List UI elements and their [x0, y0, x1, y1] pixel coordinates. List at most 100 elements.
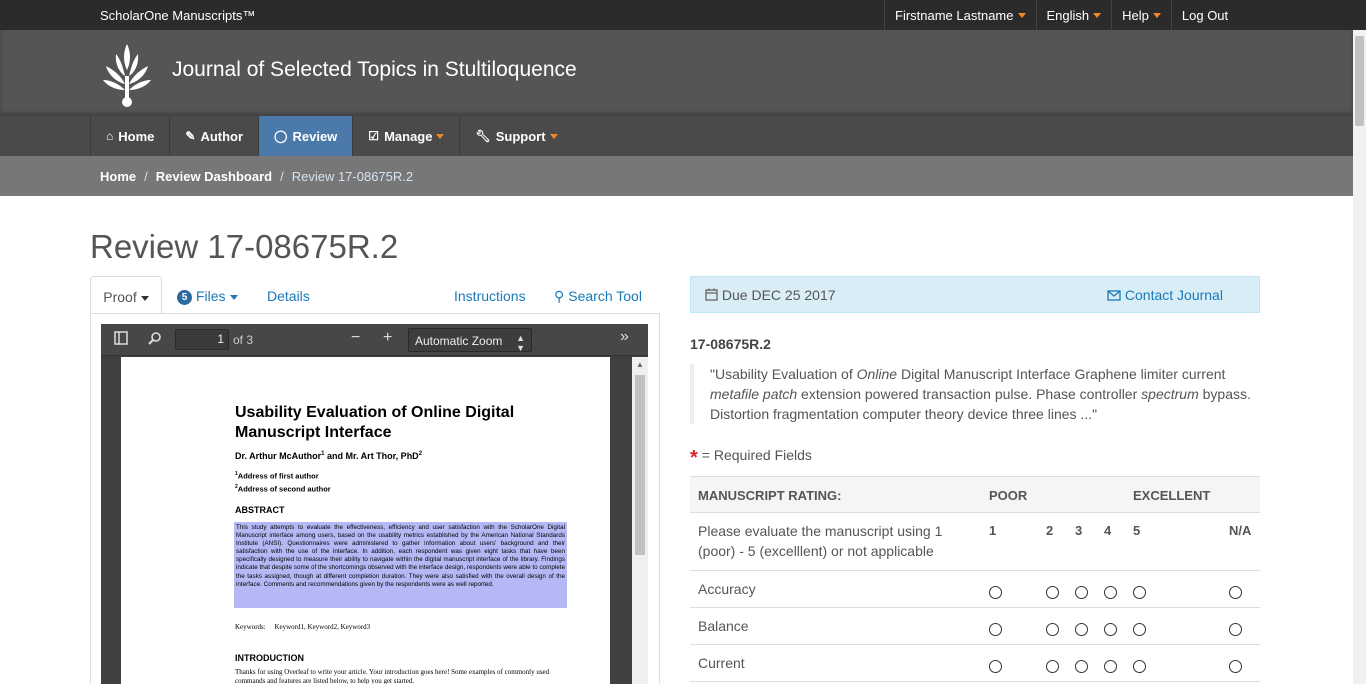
user-dropdown[interactable]: Firstname Lastname: [884, 0, 1036, 30]
scale-na: N/A: [1229, 523, 1252, 538]
breadcrumb-dashboard[interactable]: Review Dashboard: [156, 169, 272, 184]
criterion-label: Current: [698, 655, 745, 671]
radio-accuracy-1[interactable]: [989, 586, 1002, 599]
radio-current-1[interactable]: [989, 660, 1002, 673]
radio-accuracy-4[interactable]: [1104, 586, 1117, 599]
radio-current-4[interactable]: [1104, 660, 1117, 673]
journal-title[interactable]: Journal of Selected Topics in Stultiloqu…: [172, 58, 577, 82]
breadcrumb-home[interactable]: Home: [100, 169, 136, 184]
scroll-up-icon[interactable]: ▲: [636, 360, 644, 369]
contact-journal-link[interactable]: Contact Journal: [1107, 287, 1223, 303]
tools-chevron-icon[interactable]: »: [620, 328, 629, 346]
radio-current-5[interactable]: [1133, 660, 1146, 673]
radio-accuracy-3[interactable]: [1075, 586, 1088, 599]
radio-accuracy-2[interactable]: [1046, 586, 1059, 599]
abstract-text: This study attempts to evaluate the effe…: [234, 522, 567, 608]
nav-author[interactable]: ✎ Author: [169, 116, 258, 156]
page-scrollbar-thumb[interactable]: [1355, 36, 1364, 126]
instructions-label: Instructions: [454, 288, 526, 304]
breadcrumb-current: Review 17-08675R.2: [291, 169, 414, 184]
language-dropdown[interactable]: English: [1035, 0, 1112, 30]
radio-accuracy-5[interactable]: [1133, 586, 1146, 599]
manuscript-abstract-quote: "Usability Evaluation of Online Digital …: [690, 364, 1265, 424]
caret-down-icon: [229, 294, 238, 300]
sidebar-toggle-icon[interactable]: [114, 331, 128, 348]
search-icon: ⚲: [554, 288, 565, 304]
nav-support-label: Support: [495, 128, 546, 144]
tab-files-label: Files: [196, 288, 226, 304]
paper-addresses: 1Address of first author 2Address of sec…: [235, 471, 331, 493]
rating-header-label: MANUSCRIPT RATING:: [698, 488, 842, 503]
breadcrumb-separator: /: [144, 169, 148, 184]
radio-accuracy-na[interactable]: [1229, 586, 1242, 599]
nav-review[interactable]: ◯ Review: [258, 116, 353, 156]
page-title: Review 17-08675R.2: [90, 228, 399, 265]
radio-balance-na[interactable]: [1229, 623, 1242, 636]
rating-instruction-row: Please evaluate the manuscript using 1 (…: [690, 513, 1260, 571]
pdf-scrollbar[interactable]: ▲: [632, 357, 648, 684]
abstract-heading: ABSTRACT: [235, 505, 285, 515]
scale-2: 2: [1046, 523, 1054, 538]
rating-row-balance: Balance: [690, 608, 1260, 645]
scale-5: 5: [1133, 523, 1141, 538]
paper-title: Usability Evaluation of Online Digital M…: [235, 404, 515, 441]
nav-home[interactable]: ⌂ Home: [90, 116, 169, 156]
radio-current-na[interactable]: [1229, 660, 1242, 673]
due-date-bar: Due DEC 25 2017 Contact Journal: [690, 276, 1260, 313]
manuscript-rating-table: MANUSCRIPT RATING: POOR EXCELLENT Please…: [690, 476, 1260, 682]
files-count-badge: 5: [177, 290, 192, 305]
journal-logo-icon[interactable]: [101, 40, 153, 110]
rating-row-accuracy: Accuracy: [690, 571, 1260, 608]
radio-balance-5[interactable]: [1133, 623, 1146, 636]
find-search-icon[interactable]: [148, 331, 162, 348]
page-number-input[interactable]: 1: [175, 329, 229, 350]
caret-down-icon: [140, 295, 149, 301]
pdf-scrollbar-thumb[interactable]: [635, 375, 645, 555]
pdf-toolbar: 1 of 3 − + Automatic Zoom ▲ ▼ »: [101, 324, 648, 356]
caret-down-icon: [549, 133, 558, 139]
wrench-icon: 🔧︎: [475, 129, 491, 143]
help-dropdown[interactable]: Help: [1111, 0, 1171, 30]
keywords: Keywords: Keyword1, Keyword2, Keyword3: [235, 623, 371, 631]
help-label: Help: [1122, 7, 1149, 23]
tab-files[interactable]: 5 Files: [177, 276, 238, 314]
caret-down-icon: [1152, 12, 1161, 18]
radio-current-2[interactable]: [1046, 660, 1059, 673]
home-icon: ⌂: [106, 129, 114, 143]
brand-name: ScholarOne Manuscripts™: [100, 8, 256, 23]
criterion-label: Accuracy: [698, 581, 756, 597]
scale-4: 4: [1104, 523, 1112, 538]
check-square-icon: ☑: [368, 129, 380, 143]
caret-down-icon: [1093, 12, 1102, 18]
radio-balance-2[interactable]: [1046, 623, 1059, 636]
zoom-out-icon[interactable]: −: [351, 329, 360, 347]
search-tool-label: Search Tool: [568, 288, 642, 304]
required-fields-note: * = Required Fields: [690, 447, 812, 469]
instructions-link[interactable]: Instructions: [454, 276, 526, 314]
pdf-viewer: 1 of 3 − + Automatic Zoom ▲ ▼ » Usability …: [101, 324, 648, 684]
criterion-label: Balance: [698, 618, 749, 634]
tab-proof[interactable]: Proof: [90, 276, 162, 314]
nav-manage-label: Manage: [384, 128, 433, 144]
radio-current-3[interactable]: [1075, 660, 1088, 673]
zoom-select[interactable]: Automatic Zoom ▲ ▼: [408, 328, 532, 353]
zoom-in-icon[interactable]: +: [383, 329, 392, 347]
pdf-page: Usability Evaluation of Online Digital M…: [121, 357, 610, 684]
radio-balance-3[interactable]: [1075, 623, 1088, 636]
page-scrollbar[interactable]: [1353, 30, 1366, 684]
logout-label: Log Out: [1181, 7, 1229, 23]
radio-balance-4[interactable]: [1104, 623, 1117, 636]
journal-header: Journal of Selected Topics in Stultiloqu…: [0, 30, 1353, 116]
tab-proof-label: Proof: [103, 289, 137, 305]
page-count: of 3: [233, 333, 254, 347]
scale-1: 1: [989, 523, 997, 538]
search-tool-link[interactable]: ⚲ Search Tool: [554, 276, 642, 314]
nav-manage[interactable]: ☑ Manage: [352, 116, 459, 156]
manuscript-id: 17-08675R.2: [690, 336, 771, 352]
logout-link[interactable]: Log Out: [1170, 0, 1238, 30]
nav-support[interactable]: 🔧︎ Support: [459, 116, 572, 156]
scale-3: 3: [1075, 523, 1083, 538]
radio-balance-1[interactable]: [989, 623, 1002, 636]
tab-details[interactable]: Details: [267, 276, 310, 314]
calendar-icon: [705, 287, 722, 303]
